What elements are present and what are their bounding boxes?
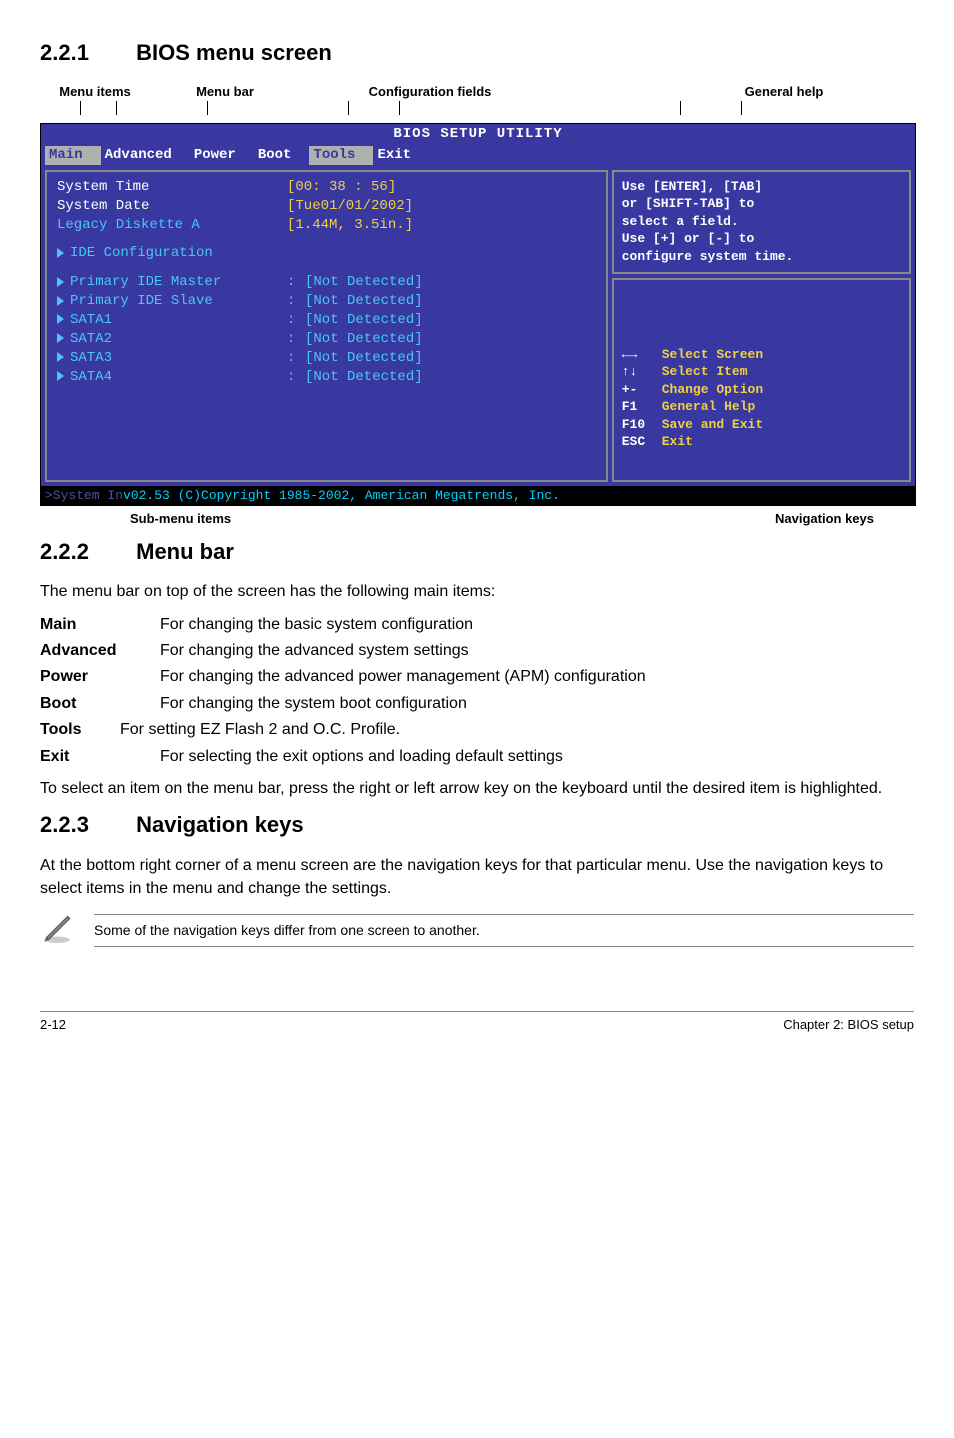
menubar-item-exit[interactable]: Exit — [373, 146, 429, 165]
note-box: Some of the navigation keys differ from … — [40, 910, 914, 951]
menubar-outro: To select an item on the menu bar, press… — [40, 778, 914, 800]
bios-left-panel: System Time [00: 38 : 56] System Date [T… — [45, 170, 608, 482]
heading-title: Navigation keys — [136, 812, 304, 837]
drive-value: [Not Detected] — [305, 292, 596, 311]
heading-222: 2.2.2 Menu bar — [40, 537, 914, 568]
nav-key: ↑↓ — [622, 363, 662, 381]
def-term: Exit — [40, 746, 160, 768]
nav-desc: Select Item — [662, 363, 748, 381]
heading-num: 2.2.1 — [40, 38, 130, 69]
def-desc: For setting EZ Flash 2 and O.C. Profile. — [120, 719, 914, 741]
heading-221: 2.2.1 BIOS menu screen — [40, 38, 914, 69]
drive-value: [Not Detected] — [305, 349, 596, 368]
callout-nav-keys: Navigation keys — [775, 510, 874, 528]
nav-key: F10 — [622, 416, 662, 434]
callout-general-help: General help — [654, 83, 914, 101]
nav-key: ESC — [622, 433, 662, 451]
triangle-icon — [57, 333, 64, 343]
help-box: Use [ENTER], [TAB] or [SHIFT-TAB] to sel… — [612, 170, 911, 274]
callout-menu-bar: Menu bar — [150, 83, 300, 101]
callout-labels-top: Menu items Menu bar Configuration fields… — [40, 83, 914, 101]
menubar-item-tools[interactable]: Tools — [309, 146, 373, 165]
triangle-icon — [57, 352, 64, 362]
triangle-icon — [57, 248, 64, 258]
drive-label[interactable]: Primary IDE Slave — [70, 293, 213, 309]
callout-labels-bottom: Sub-menu items Navigation keys — [40, 510, 914, 528]
help-line: Use [ENTER], [TAB] — [622, 178, 901, 196]
pencil-icon — [40, 910, 74, 951]
field-system-time-value[interactable]: [00: 38 : 56] — [287, 178, 596, 197]
def-desc: For changing the basic system configurat… — [160, 614, 914, 636]
heading-title: BIOS menu screen — [136, 40, 332, 65]
submenu-ide-config[interactable]: IDE Configuration — [57, 244, 596, 263]
callout-menu-items: Menu items — [40, 83, 150, 101]
nav-desc: Change Option — [662, 381, 763, 399]
drive-label[interactable]: SATA3 — [70, 350, 112, 366]
def-term: Power — [40, 666, 160, 688]
menubar-item-main[interactable]: Main — [45, 146, 101, 165]
nav-key: ←→ — [622, 346, 662, 364]
bios-window: BIOS SETUP UTILITY Main Advanced Power B… — [40, 123, 916, 506]
def-term: Main — [40, 614, 160, 636]
bios-title: BIOS SETUP UTILITY — [41, 124, 915, 145]
menubar-intro: The menu bar on top of the screen has th… — [40, 581, 914, 603]
menubar-item-power[interactable]: Power — [190, 146, 254, 165]
bios-footer: >System Inv02.53 (C)Copyright 1985-2002,… — [41, 486, 915, 506]
def-desc: For changing the advanced power manageme… — [160, 666, 914, 688]
menubar-item-boot[interactable]: Boot — [254, 146, 310, 165]
def-desc: For changing the system boot configurati… — [160, 693, 914, 715]
help-line: Use [+] or [-] to — [622, 230, 901, 248]
drive-value: [Not Detected] — [305, 330, 596, 349]
nav-desc: Select Screen — [662, 346, 763, 364]
nav-key: +- — [622, 381, 662, 399]
field-legacy-diskette-label[interactable]: Legacy Diskette A — [57, 216, 287, 235]
note-text: Some of the navigation keys differ from … — [94, 914, 914, 948]
footer-left: 2-12 — [40, 1016, 66, 1034]
drive-value: [Not Detected] — [305, 273, 596, 292]
drive-label[interactable]: SATA1 — [70, 312, 112, 328]
field-system-time-label[interactable]: System Time — [57, 178, 287, 197]
def-term: Boot — [40, 693, 160, 715]
menubar-item-advanced[interactable]: Advanced — [101, 146, 190, 165]
heading-title: Menu bar — [136, 539, 234, 564]
help-line: or [SHIFT-TAB] to — [622, 195, 901, 213]
nav-desc: Exit — [662, 433, 693, 451]
nav-key: F1 — [622, 398, 662, 416]
field-system-date-label[interactable]: System Date — [57, 197, 287, 216]
bios-footer-text: v02.53 (C)Copyright 1985-2002, American … — [123, 488, 560, 503]
def-term: Advanced — [40, 640, 160, 662]
nav-desc: General Help — [662, 398, 756, 416]
triangle-icon — [57, 277, 64, 287]
drive-label[interactable]: SATA4 — [70, 369, 112, 385]
def-desc: For selecting the exit options and loadi… — [160, 746, 914, 768]
heading-num: 2.2.3 — [40, 810, 130, 841]
nav-box: ←→Select Screen ↑↓Select Item +-Change O… — [612, 278, 911, 482]
drive-value: [Not Detected] — [305, 311, 596, 330]
bios-menubar: Main Advanced Power Boot Tools Exit — [41, 145, 915, 166]
triangle-icon — [57, 296, 64, 306]
help-line: select a field. — [622, 213, 901, 231]
field-legacy-diskette-value[interactable]: [1.44M, 3.5in.] — [287, 216, 596, 235]
callout-submenu-items: Sub-menu items — [130, 510, 231, 528]
triangle-icon — [57, 371, 64, 381]
callout-ticks — [40, 101, 914, 119]
nav-desc: Save and Exit — [662, 416, 763, 434]
page-footer: 2-12 Chapter 2: BIOS setup — [40, 1011, 914, 1034]
drive-label[interactable]: Primary IDE Master — [70, 274, 221, 290]
def-desc: For changing the advanced system setting… — [160, 640, 914, 662]
triangle-icon — [57, 314, 64, 324]
heading-223: 2.2.3 Navigation keys — [40, 810, 914, 841]
help-line: configure system time. — [622, 248, 901, 266]
footer-right: Chapter 2: BIOS setup — [783, 1016, 914, 1034]
drive-value: [Not Detected] — [305, 368, 596, 387]
navkeys-paragraph: At the bottom right corner of a menu scr… — [40, 855, 914, 900]
drive-label[interactable]: SATA2 — [70, 331, 112, 347]
callout-config-fields: Configuration fields — [300, 83, 560, 101]
field-system-date-value[interactable]: [Tue01/01/2002] — [287, 197, 596, 216]
heading-num: 2.2.2 — [40, 537, 130, 568]
